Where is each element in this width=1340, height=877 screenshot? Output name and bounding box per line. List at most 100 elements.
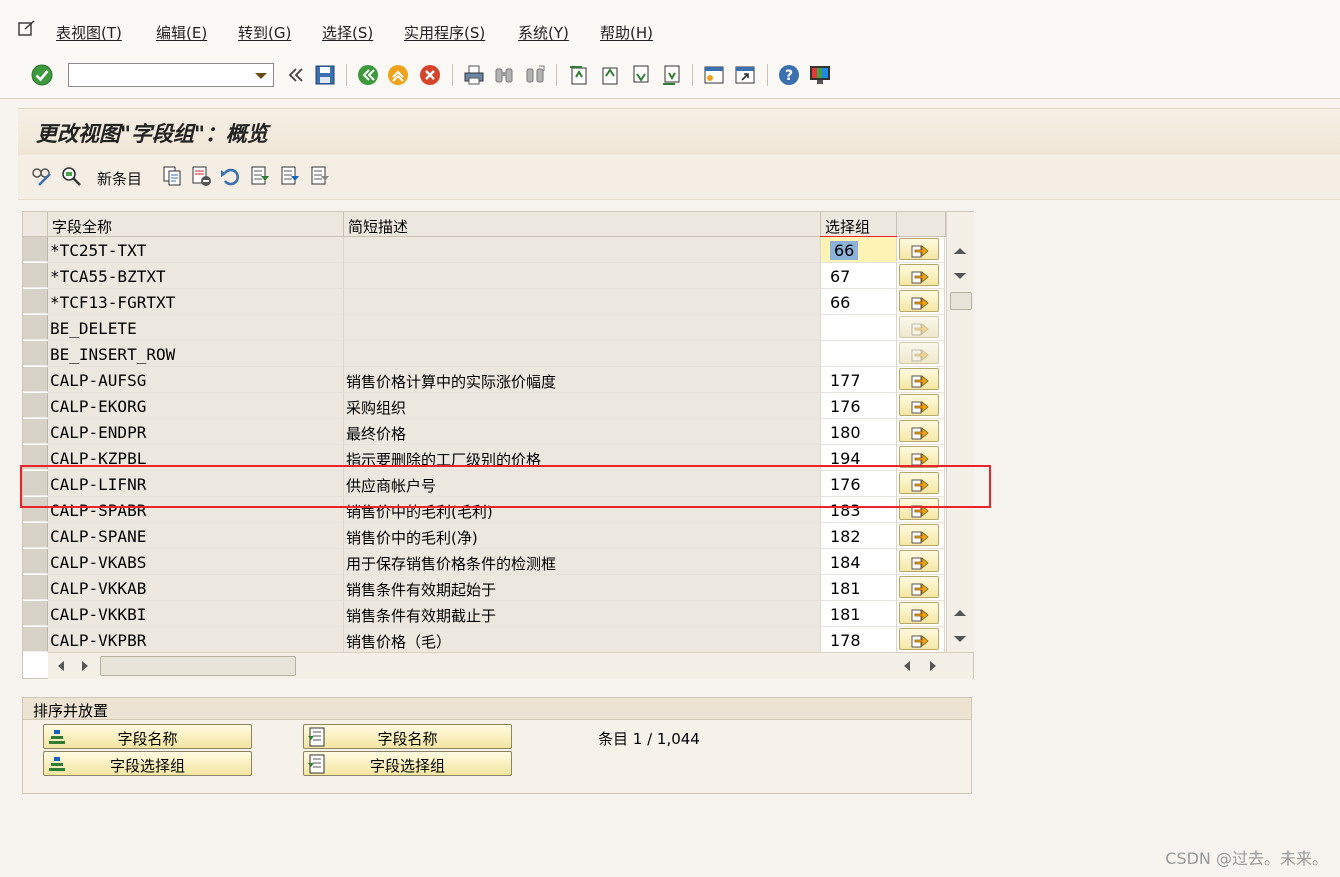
row-selector[interactable] — [23, 549, 48, 574]
scroll-page-down-icon[interactable] — [954, 636, 966, 642]
row-selector[interactable] — [23, 445, 48, 470]
sort-ascending-selection-group-button[interactable]: 字段选择组 — [43, 751, 252, 776]
horizontal-scrollbar[interactable] — [48, 652, 973, 679]
find-next-icon[interactable] — [523, 63, 547, 87]
menu-edit[interactable]: 编辑(E) — [156, 22, 207, 43]
row-selector[interactable] — [23, 523, 48, 548]
menu-selection[interactable]: 选择(S) — [322, 22, 373, 43]
cell-selection-group-input[interactable]: 184 — [821, 549, 897, 575]
find-icon[interactable] — [492, 63, 516, 87]
navigate-button[interactable] — [899, 446, 939, 468]
navigate-button[interactable] — [899, 628, 939, 650]
next-page-icon[interactable] — [628, 63, 652, 87]
cell-selection-group-input[interactable]: 194 — [821, 445, 897, 471]
navigate-button[interactable] — [899, 238, 939, 260]
menu-system[interactable]: 系统(Y) — [518, 22, 569, 43]
cell-selection-group-input[interactable]: 66 — [821, 237, 897, 263]
row-selector[interactable] — [23, 237, 48, 262]
row-selector[interactable] — [23, 289, 48, 314]
cell-selection-group-input[interactable]: 178 — [821, 627, 897, 653]
navigate-button[interactable] — [899, 420, 939, 442]
navigate-button[interactable] — [899, 498, 939, 520]
navigate-button[interactable] — [899, 264, 939, 286]
row-selector[interactable] — [23, 263, 48, 288]
scroll-col-left-icon[interactable] — [904, 661, 910, 671]
cell-selection-group-input[interactable]: 183 — [821, 497, 897, 523]
navigate-button[interactable] — [899, 342, 939, 364]
system-menu-icon[interactable] — [18, 20, 36, 36]
navigate-button[interactable] — [899, 602, 939, 624]
navigate-button[interactable] — [899, 472, 939, 494]
menu-table-view[interactable]: 表视图(T) — [56, 22, 122, 43]
navigate-button[interactable] — [899, 576, 939, 598]
create-session-icon[interactable] — [702, 63, 726, 87]
scroll-down-icon[interactable] — [954, 273, 966, 279]
detail-view-icon[interactable] — [60, 165, 82, 187]
row-selector[interactable] — [23, 341, 48, 366]
first-page-icon[interactable] — [566, 63, 590, 87]
menu-help[interactable]: 帮助(H) — [600, 22, 653, 43]
cell-selection-group-input[interactable]: 177 — [821, 367, 897, 393]
display-change-icon[interactable] — [30, 165, 52, 187]
new-entries-button[interactable]: 新条目 — [97, 168, 142, 189]
position-field-name-button[interactable]: 字段名称 — [303, 724, 512, 749]
select-block-icon[interactable] — [279, 165, 301, 187]
cell-selection-group-input[interactable]: 66 — [821, 289, 897, 315]
exit-icon[interactable] — [386, 63, 410, 87]
menu-utilities[interactable]: 实用程序(S) — [404, 22, 485, 43]
column-header-description[interactable]: 简短描述 — [344, 212, 821, 237]
cell-selection-group-input[interactable]: 176 — [821, 393, 897, 419]
undo-icon[interactable] — [219, 165, 241, 187]
deselect-all-icon[interactable] — [309, 165, 331, 187]
menu-goto[interactable]: 转到(G) — [238, 22, 291, 43]
cell-selection-group-input[interactable]: 67 — [821, 263, 897, 289]
row-selector[interactable] — [23, 393, 48, 418]
scroll-col-right-icon[interactable] — [930, 661, 936, 671]
cell-selection-group-input[interactable]: 182 — [821, 523, 897, 549]
row-selector[interactable] — [23, 601, 48, 626]
vertical-scroll-thumb[interactable] — [950, 292, 972, 310]
select-all-rows-button[interactable] — [23, 212, 48, 237]
navigate-button[interactable] — [899, 316, 939, 338]
scroll-page-up-icon[interactable] — [954, 610, 966, 616]
help-icon[interactable]: ? — [777, 63, 801, 87]
navigate-button[interactable] — [899, 394, 939, 416]
enter-check-icon[interactable] — [30, 63, 54, 87]
cell-selection-group-input[interactable]: 180 — [821, 419, 897, 445]
cell-selection-group-input[interactable]: 181 — [821, 575, 897, 601]
scroll-right-icon[interactable] — [82, 661, 88, 671]
row-selector[interactable] — [23, 419, 48, 444]
position-selection-group-button[interactable]: 字段选择组 — [303, 751, 512, 776]
row-selector[interactable] — [23, 497, 48, 522]
print-icon[interactable] — [462, 63, 486, 87]
cell-selection-group-input[interactable]: 181 — [821, 601, 897, 627]
generate-shortcut-icon[interactable] — [733, 63, 757, 87]
copy-as-icon[interactable] — [161, 165, 183, 187]
cell-selection-group-input[interactable] — [821, 341, 897, 367]
row-selector[interactable] — [23, 575, 48, 600]
column-header-selection-group[interactable]: 选择组 — [821, 212, 897, 237]
navigate-button[interactable] — [899, 368, 939, 390]
select-all-icon[interactable] — [249, 165, 271, 187]
save-icon[interactable] — [313, 63, 337, 87]
horizontal-scroll-thumb[interactable] — [100, 656, 296, 676]
last-page-icon[interactable] — [659, 63, 683, 87]
customize-layout-icon[interactable] — [808, 63, 832, 87]
cell-selection-group-input[interactable] — [821, 315, 897, 341]
column-header-field-name[interactable]: 字段全称 — [48, 212, 344, 237]
scroll-up-icon[interactable] — [954, 248, 966, 254]
row-selector[interactable] — [23, 315, 48, 340]
vertical-scrollbar[interactable] — [946, 212, 974, 652]
chevron-down-icon[interactable] — [255, 73, 267, 79]
cell-selection-group-input[interactable]: 176 — [821, 471, 897, 497]
navigate-button[interactable] — [899, 524, 939, 546]
cancel-icon[interactable] — [418, 63, 442, 87]
navigate-button[interactable] — [899, 550, 939, 572]
sort-ascending-field-name-button[interactable]: 字段名称 — [43, 724, 252, 749]
command-field[interactable] — [68, 63, 274, 87]
previous-page-icon[interactable] — [597, 63, 621, 87]
scroll-left-icon[interactable] — [58, 661, 64, 671]
row-selector[interactable] — [23, 471, 48, 496]
delete-row-icon[interactable] — [190, 165, 212, 187]
row-selector[interactable] — [23, 627, 48, 652]
